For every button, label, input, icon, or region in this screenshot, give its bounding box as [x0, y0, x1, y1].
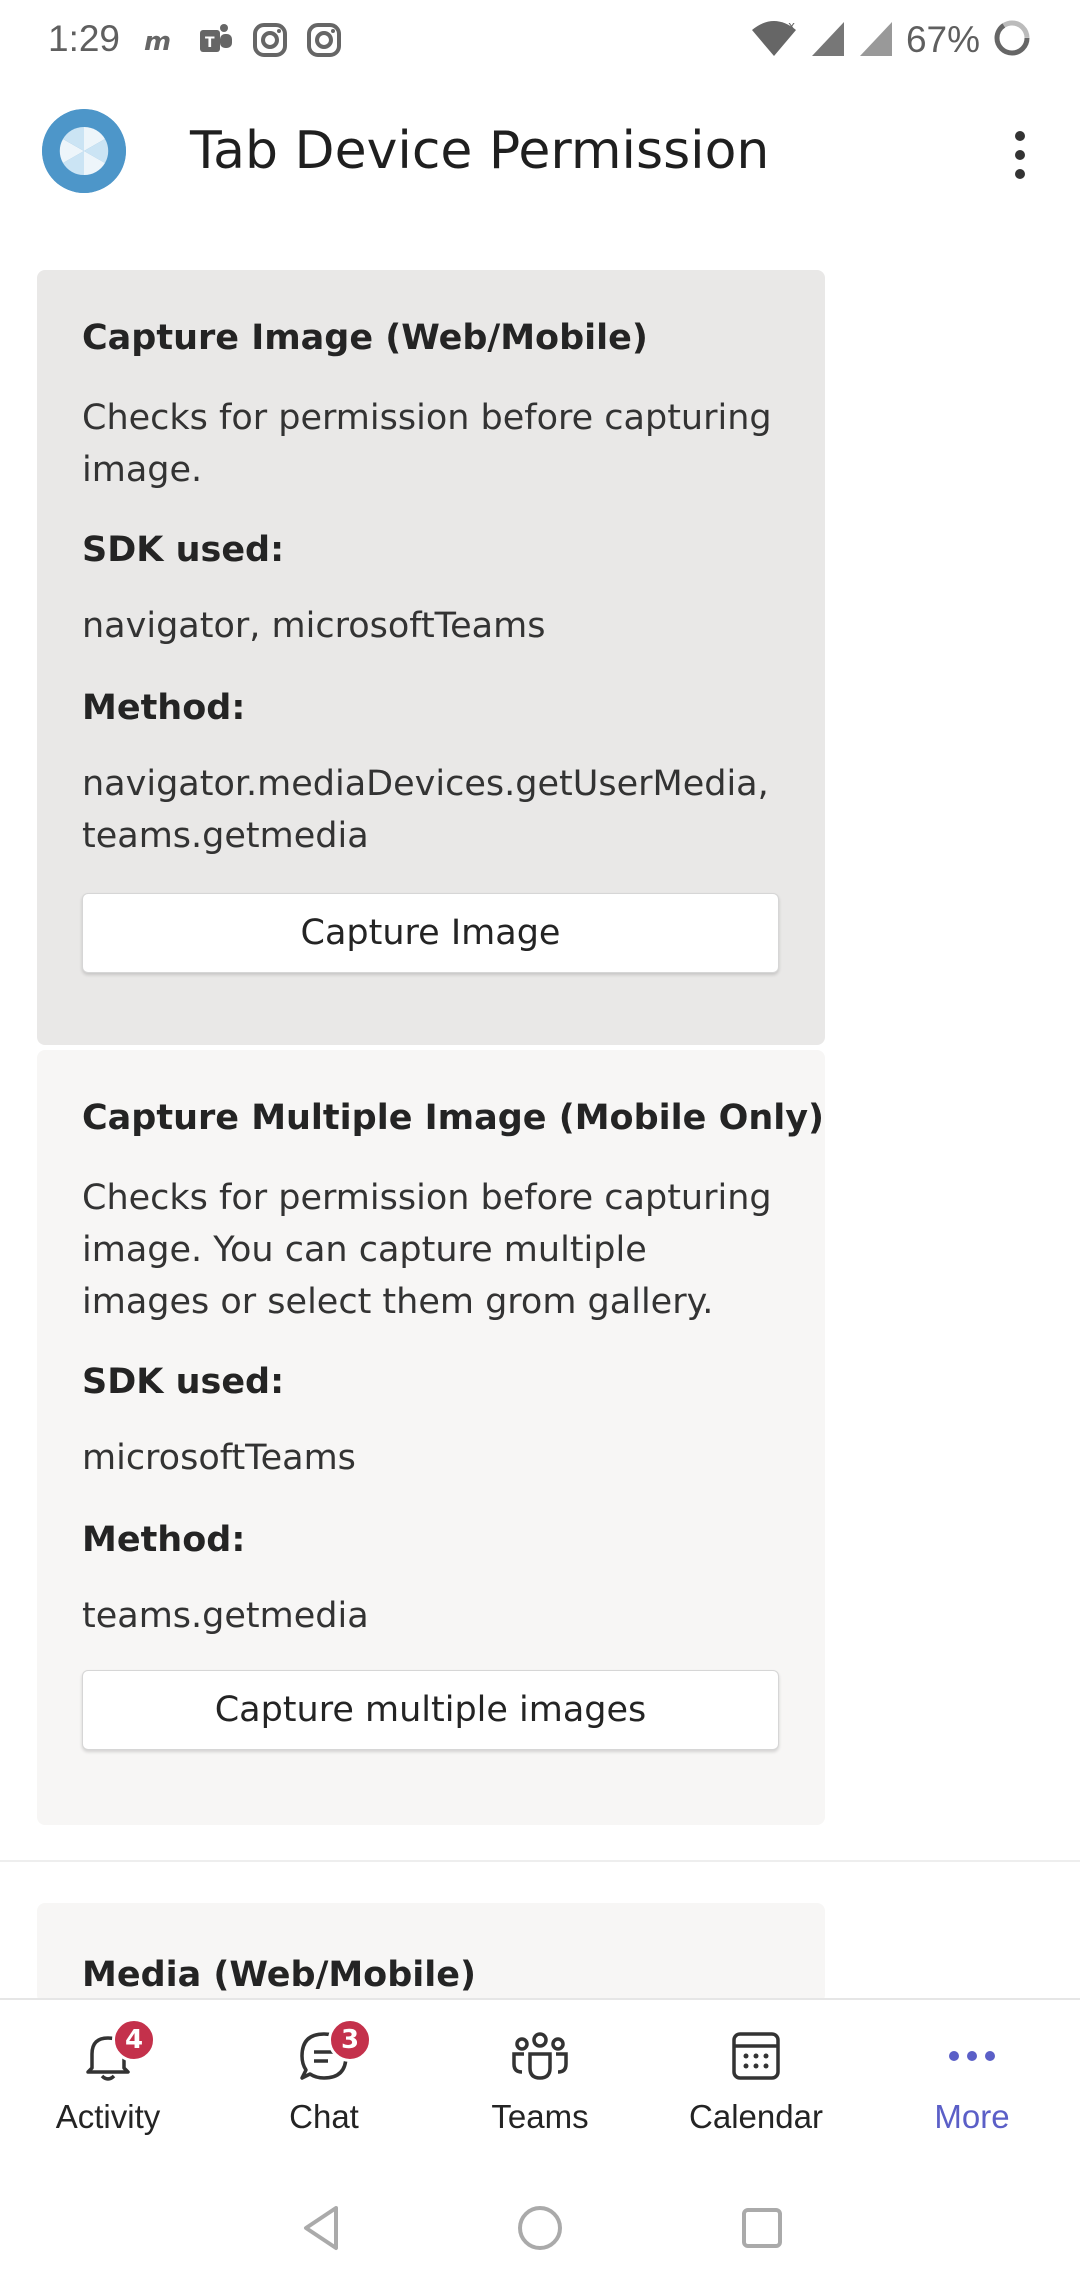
- nav-item-teams[interactable]: Teams: [432, 2000, 648, 2180]
- divider: [0, 1860, 1080, 1862]
- nav-label: More: [934, 2098, 1010, 2135]
- card-heading: Media (Web/Mobile): [82, 1955, 477, 1995]
- activity-badge: 4: [112, 2018, 156, 2062]
- system-nav: [0, 2180, 1080, 2280]
- instagram-icon: [304, 20, 344, 60]
- nav-label: Chat: [289, 2098, 359, 2135]
- back-icon[interactable]: [292, 2198, 352, 2258]
- svg-text:x: x: [788, 19, 795, 33]
- nav-label: Calendar: [689, 2098, 823, 2135]
- myfitnesspal-icon: m: [142, 20, 182, 60]
- battery-percent: 67%: [905, 19, 980, 60]
- card-heading: Capture Multiple Image (Mobile Only): [82, 1098, 825, 1138]
- kebab-icon[interactable]: [1008, 131, 1032, 179]
- status-bar: 1:29 m T x 67%: [0, 0, 1080, 80]
- nav-label: Teams: [491, 2098, 589, 2135]
- status-right: x 67%: [750, 18, 1032, 62]
- app-header: Tab Device Permission: [0, 95, 1080, 211]
- app-logo[interactable]: [42, 109, 126, 193]
- sdk-label: SDK used:: [82, 1362, 285, 1402]
- instagram-icon: [250, 20, 290, 60]
- capture-image-card: Capture Image (Web/Mobile) Checks for pe…: [37, 270, 825, 1045]
- media-card: Media (Web/Mobile): [37, 1903, 825, 2003]
- recents-icon[interactable]: [732, 2198, 792, 2258]
- signal-icon: [810, 18, 846, 62]
- bottom-nav: 4 Activity 3 Chat Teams Calendar More: [0, 1998, 1080, 2180]
- capture-image-button[interactable]: Capture Image: [82, 893, 779, 973]
- page-title: Tab Device Permission: [190, 121, 770, 181]
- more-icon: [942, 2026, 1002, 2086]
- method-label: Method:: [82, 688, 246, 728]
- home-icon[interactable]: [510, 2198, 570, 2258]
- capture-multiple-image-card: Capture Multiple Image (Mobile Only) Che…: [37, 1050, 825, 1825]
- status-time: 1:29: [48, 18, 121, 59]
- sdk-value: navigator, microsoftTeams: [82, 606, 546, 646]
- card-description: Checks for permission before capturing i…: [82, 398, 772, 490]
- teams-icon: T: [196, 20, 236, 60]
- teams-icon: [510, 2026, 570, 2086]
- nav-item-chat[interactable]: 3 Chat: [216, 2000, 432, 2180]
- wifi-icon: x: [750, 18, 798, 62]
- method-label: Method:: [82, 1520, 246, 1560]
- notification-icons: m T: [142, 20, 344, 60]
- svg-text:m: m: [144, 27, 171, 57]
- card-heading: Capture Image (Web/Mobile): [82, 318, 648, 358]
- calendar-icon: [726, 2026, 786, 2086]
- card-description: Checks for permission before capturing i…: [82, 1178, 772, 1322]
- chat-badge: 3: [328, 2018, 372, 2062]
- nav-label: Activity: [55, 2098, 161, 2135]
- capture-multiple-images-button[interactable]: Capture multiple images: [82, 1670, 779, 1750]
- sdk-label: SDK used:: [82, 530, 285, 570]
- sdk-value: microsoftTeams: [82, 1438, 356, 1478]
- svg-text:T: T: [205, 35, 215, 51]
- signal-icon: [858, 18, 894, 62]
- method-value: teams.getmedia: [82, 1596, 369, 1636]
- battery-icon: [992, 18, 1032, 62]
- method-value: navigator.mediaDevices.getUserMedia, tea…: [82, 764, 769, 856]
- nav-item-activity[interactable]: 4 Activity: [0, 2000, 216, 2180]
- nav-item-more[interactable]: More: [864, 2000, 1080, 2180]
- nav-item-calendar[interactable]: Calendar: [648, 2000, 864, 2180]
